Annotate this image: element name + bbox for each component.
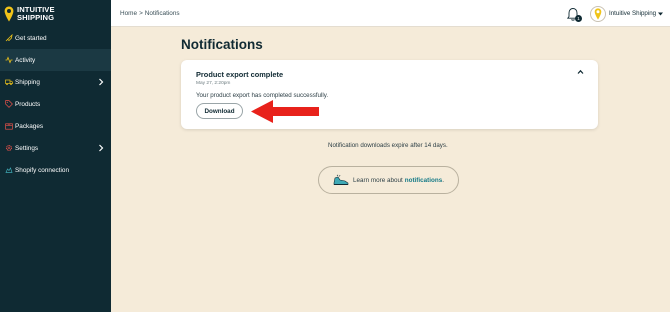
truck-icon: [4, 78, 13, 87]
sidebar-item-get-started[interactable]: Get started: [0, 27, 111, 49]
sidebar-item-label: Products: [15, 100, 41, 108]
breadcrumb: Home > Notifications: [120, 10, 180, 17]
notification-message: Your product export has completed succes…: [196, 92, 329, 99]
learn-more-text: Learn more about: [353, 176, 403, 184]
notification-card: Product export complete May 27, 2:20pm Y…: [181, 60, 598, 129]
activity-icon: [4, 56, 13, 65]
top-bar: Home > Notifications 1 Intuitive Shippin…: [111, 0, 670, 27]
location-pin-icon: [594, 7, 602, 20]
notifications-link[interactable]: notifications: [405, 177, 442, 184]
sidebar-item-activity[interactable]: Activity: [0, 49, 111, 71]
notification-title: Product export complete: [196, 70, 284, 79]
location-pin-icon: [4, 6, 14, 22]
chevron-right-icon: [99, 78, 104, 86]
rocket-icon: [4, 34, 13, 43]
account-name: Intuitive Shipping: [609, 10, 657, 17]
learn-more-button[interactable]: Learn more about notifications .: [318, 166, 459, 194]
brand-logo[interactable]: INTUITIVE SHIPPING: [4, 3, 108, 25]
brand-name: INTUITIVE SHIPPING: [17, 5, 55, 22]
package-icon: [4, 122, 13, 131]
sidebar-item-label: Packages: [15, 122, 44, 130]
sidebar-nav: Get started Activity Shipping Products P…: [0, 27, 111, 181]
sidebar-item-shopify-connection[interactable]: Shopify connection: [0, 159, 111, 181]
sidebar-item-packages[interactable]: Packages: [0, 115, 111, 137]
sidebar-item-settings[interactable]: Settings: [0, 137, 111, 159]
annotation-arrow-icon: [251, 100, 319, 123]
sidebar-item-shipping[interactable]: Shipping: [0, 71, 111, 93]
page-title: Notifications: [181, 37, 263, 52]
sidebar-item-label: Get started: [15, 34, 47, 42]
notification-count-badge: 1: [575, 15, 582, 22]
avatar: [590, 5, 606, 22]
gear-icon: [4, 144, 13, 153]
learn-more-suffix: .: [442, 176, 444, 184]
breadcrumb-separator: >: [139, 10, 143, 17]
chevron-right-icon: [99, 144, 104, 152]
shoe-icon: [333, 174, 349, 185]
notification-time: May 27, 2:20pm: [196, 81, 231, 86]
sidebar-item-label: Shopify connection: [15, 166, 70, 174]
caret-down-icon: [658, 12, 664, 15]
chevron-up-icon[interactable]: [577, 69, 584, 75]
breadcrumb-home[interactable]: Home: [120, 10, 137, 17]
account-menu[interactable]: Intuitive Shipping: [590, 5, 664, 22]
sidebar: INTUITIVE SHIPPING Get started Activity …: [0, 0, 111, 312]
shopify-icon: [4, 166, 13, 175]
sidebar-item-label: Activity: [15, 56, 36, 64]
sidebar-item-label: Shipping: [15, 78, 40, 86]
breadcrumb-current: Notifications: [144, 10, 180, 17]
download-button[interactable]: Download: [196, 103, 243, 119]
sidebar-item-products[interactable]: Products: [0, 93, 111, 115]
tag-icon: [4, 100, 13, 109]
expire-note: Notification downloads expire after 14 d…: [328, 142, 448, 149]
sidebar-item-label: Settings: [15, 144, 39, 152]
